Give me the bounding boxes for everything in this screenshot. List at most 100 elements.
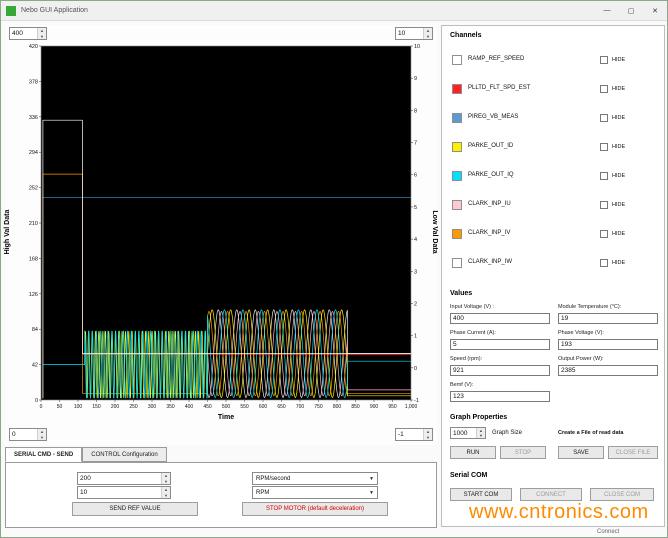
accel-value-input[interactable] bbox=[78, 487, 161, 498]
hide-checkbox-label: HIDE bbox=[612, 260, 626, 266]
spinner-arrows: ▲ ▼ bbox=[37, 28, 46, 39]
spinner-down-icon[interactable]: ▼ bbox=[424, 33, 432, 39]
phase-voltage-field[interactable] bbox=[558, 339, 658, 350]
phase-current-label: Phase Current (A): bbox=[450, 330, 496, 336]
ref-value-input[interactable] bbox=[78, 473, 161, 484]
spinner-arrows: ▲ ▼ bbox=[476, 428, 485, 438]
tab-serial-cmd-send[interactable]: SERIAL CMD - SEND bbox=[5, 447, 83, 462]
close-com-button[interactable]: CLOSE COM bbox=[590, 488, 654, 501]
close-file-button[interactable]: CLOSE FILE bbox=[608, 446, 658, 459]
spinner-down-icon[interactable]: ▼ bbox=[424, 434, 432, 440]
channel-color-swatch[interactable] bbox=[452, 142, 462, 152]
save-button[interactable]: SAVE bbox=[558, 446, 604, 459]
hide-checkbox[interactable] bbox=[600, 230, 608, 238]
channel-row: PARKE_OUT_IQ HIDE bbox=[442, 170, 664, 182]
spinner-down-icon[interactable]: ▼ bbox=[477, 433, 485, 438]
phase-current-field[interactable] bbox=[450, 339, 550, 350]
hide-checkbox[interactable] bbox=[600, 172, 608, 180]
y-tick-label-right: 2 bbox=[414, 301, 417, 307]
x-axis-title: Time bbox=[218, 414, 234, 421]
channel-label: PIREG_VB_MEAS bbox=[468, 114, 519, 120]
bemf-label: Bemf (V): bbox=[450, 382, 474, 388]
channel-color-swatch[interactable] bbox=[452, 200, 462, 210]
stop-button[interactable]: STOP bbox=[500, 446, 546, 459]
right-panel: Channels RAMP_REF_SPEED HIDE PLLTD_FLT_S… bbox=[441, 25, 665, 527]
speed-unit-dropdown[interactable]: RPM ▼ bbox=[252, 486, 378, 499]
maximize-button[interactable]: ▢ bbox=[619, 1, 643, 20]
input-voltage-label: Input Voltage (V) : bbox=[450, 304, 495, 310]
input-voltage-field[interactable] bbox=[450, 313, 550, 324]
output-power-field[interactable] bbox=[558, 365, 658, 376]
watermark-text: www.cntronics.com bbox=[469, 501, 649, 523]
y-tick-label-left: 0 bbox=[35, 398, 38, 404]
channel-color-swatch[interactable] bbox=[452, 113, 462, 123]
start-com-button[interactable]: START COM bbox=[450, 488, 512, 501]
channels-header: Channels bbox=[450, 32, 482, 39]
stop-motor-button[interactable]: STOP MOTOR (default deceleration) bbox=[242, 502, 388, 516]
x-tick-label: 400 bbox=[185, 404, 194, 410]
high-max-input[interactable] bbox=[10, 28, 37, 39]
hide-checkbox-label: HIDE bbox=[612, 115, 626, 121]
channel-color-swatch[interactable] bbox=[452, 171, 462, 181]
hide-checkbox[interactable] bbox=[600, 85, 608, 93]
low-max-input[interactable] bbox=[396, 28, 423, 39]
connect-button[interactable]: CONNECT bbox=[520, 488, 582, 501]
accel-unit-dropdown[interactable]: RPM/second ▼ bbox=[252, 472, 378, 485]
app-icon bbox=[6, 5, 16, 16]
y-tick-label-left: 420 bbox=[29, 44, 38, 50]
hide-checkbox[interactable] bbox=[600, 201, 608, 209]
y-tick-label-right: 9 bbox=[414, 76, 417, 82]
phase-voltage-label: Phase Voltage (V): bbox=[558, 330, 604, 336]
spinner-down-icon[interactable]: ▼ bbox=[162, 478, 170, 484]
chevron-down-icon: ▼ bbox=[369, 475, 374, 482]
minimize-button[interactable]: — bbox=[595, 1, 619, 20]
high-min-input[interactable] bbox=[10, 429, 37, 440]
tab-control-configuration[interactable]: CONTROL Configuration bbox=[82, 447, 167, 462]
y-tick-label-right: 1 bbox=[414, 334, 417, 340]
chart-panel: ▲▼ ▲▼ High Val Data Low Val Data 0501001… bbox=[4, 25, 438, 445]
hide-checkbox[interactable] bbox=[600, 259, 608, 267]
hide-checkbox-label: HIDE bbox=[612, 86, 626, 92]
channel-label: RAMP_REF_SPEED bbox=[468, 56, 525, 62]
hide-checkbox-label: HIDE bbox=[612, 173, 626, 179]
channel-color-swatch[interactable] bbox=[452, 55, 462, 65]
x-tick-label: 150 bbox=[92, 404, 101, 410]
x-tick-label: 800 bbox=[333, 404, 342, 410]
x-tick-label: 250 bbox=[129, 404, 138, 410]
speed-unit-value: RPM bbox=[256, 489, 270, 496]
y-tick-label-left: 126 bbox=[29, 292, 38, 298]
y-tick-label-left: 84 bbox=[32, 327, 38, 333]
send-ref-value-button[interactable]: SEND REF VALUE bbox=[72, 502, 198, 516]
x-tick-label: 550 bbox=[240, 404, 249, 410]
y-tick-label-right: 0 bbox=[414, 366, 417, 372]
spinner-down-icon[interactable]: ▼ bbox=[38, 434, 46, 440]
graph-properties-header: Graph Properties bbox=[450, 414, 508, 421]
y-tick-label-right: 6 bbox=[414, 173, 417, 179]
y-tick-label-right: 5 bbox=[414, 205, 417, 211]
graph-size-input[interactable] bbox=[451, 428, 476, 438]
channel-color-swatch[interactable] bbox=[452, 258, 462, 268]
chevron-down-icon: ▼ bbox=[369, 489, 374, 496]
hide-checkbox-label: HIDE bbox=[612, 231, 626, 237]
channel-row: PIREG_VB_MEAS HIDE bbox=[442, 112, 664, 124]
module-temperature-field[interactable] bbox=[558, 313, 658, 324]
y-tick-label-left: 252 bbox=[29, 186, 38, 192]
run-button[interactable]: RUN bbox=[450, 446, 496, 459]
x-tick-label: 850 bbox=[351, 404, 360, 410]
spinner-down-icon[interactable]: ▼ bbox=[162, 492, 170, 498]
ref-value-spinner: ▲▼ bbox=[77, 472, 171, 485]
hide-checkbox[interactable] bbox=[600, 56, 608, 64]
hide-checkbox[interactable] bbox=[600, 143, 608, 151]
spinner-down-icon[interactable]: ▼ bbox=[38, 33, 46, 39]
hide-checkbox[interactable] bbox=[600, 114, 608, 122]
chart-canvas: 0 50 100 150 200 250 300 350 400 450 500 550 600 650 7… bbox=[29, 44, 420, 421]
speed-label: Speed (rpm): bbox=[450, 356, 483, 362]
bemf-field[interactable] bbox=[450, 391, 550, 402]
speed-field[interactable] bbox=[450, 365, 550, 376]
close-button[interactable]: ✕ bbox=[643, 1, 667, 20]
channel-color-swatch[interactable] bbox=[452, 229, 462, 239]
low-min-input[interactable] bbox=[396, 429, 423, 440]
channel-color-swatch[interactable] bbox=[452, 84, 462, 94]
x-tick-label: 350 bbox=[166, 404, 175, 410]
x-tick-label: 750 bbox=[314, 404, 323, 410]
